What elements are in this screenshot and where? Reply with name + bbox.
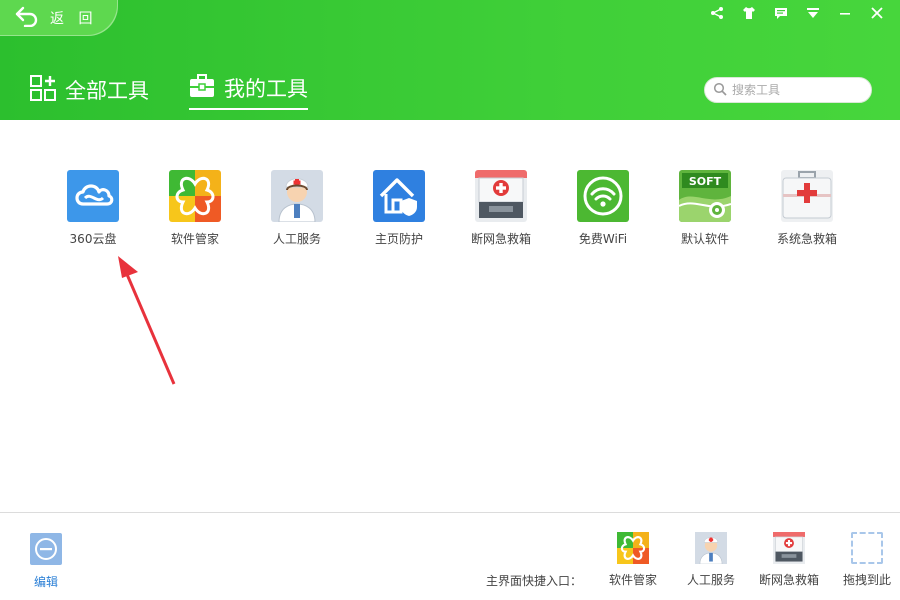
shortcut-bar: 软件管家 人工服务 断网急救箱 拖拽到此: [594, 532, 900, 588]
back-button[interactable]: 返 回: [0, 0, 118, 36]
tool-label: 免费WiFi: [578, 232, 628, 246]
close-icon[interactable]: [868, 4, 886, 22]
window-controls: [708, 4, 886, 22]
grid-icon: [30, 75, 56, 105]
software-manager-icon: [169, 170, 221, 222]
edit-button[interactable]: 编辑: [28, 532, 64, 590]
software-manager-icon: [617, 532, 649, 564]
tool-label: 人工服务: [272, 232, 321, 246]
tab-my-tools[interactable]: 我的工具: [189, 70, 308, 110]
shortcut-label: 拖拽到此: [842, 573, 891, 587]
tool-label: 系统急救箱: [776, 232, 837, 246]
message-icon[interactable]: [772, 4, 790, 22]
cloud-icon: [67, 170, 119, 222]
drop-slot-icon: [851, 532, 883, 564]
shortcut-title: 主界面快捷入口：: [486, 574, 583, 588]
tab-label: 我的工具: [224, 77, 308, 101]
share-icon[interactable]: [708, 4, 726, 22]
tab-all-tools[interactable]: 全部工具: [30, 72, 149, 108]
shortcut-software-manager[interactable]: 软件管家: [594, 532, 672, 588]
minus-circle-icon: [30, 533, 62, 565]
home-shield-icon: [373, 170, 425, 222]
search-box: [704, 77, 872, 103]
shortcut-drop-target[interactable]: 拖拽到此: [828, 532, 900, 588]
tab-bar: 全部工具 我的工具: [30, 72, 308, 110]
tool-label: 断网急救箱: [470, 232, 531, 246]
tool-item-manual-service[interactable]: 人工服务: [246, 170, 348, 247]
tool-label: 主页防护: [374, 232, 423, 246]
shortcut-manual-service[interactable]: 人工服务: [672, 532, 750, 588]
network-firstaid-icon: [773, 532, 805, 564]
back-arrow-icon: [14, 5, 40, 31]
tab-label: 全部工具: [65, 79, 149, 103]
tool-item-cloud[interactable]: 360云盘: [42, 170, 144, 247]
wifi-icon: [577, 170, 629, 222]
tool-item-system-firstaid[interactable]: 系统急救箱: [756, 170, 858, 247]
shortcut-label: 软件管家: [608, 573, 657, 587]
skin-icon[interactable]: [740, 4, 758, 22]
doctor-icon: [695, 532, 727, 564]
annotation-arrow: [118, 256, 176, 385]
tool-label: 软件管家: [170, 232, 219, 246]
minimize-icon[interactable]: [836, 4, 854, 22]
tool-item-homepage-protect[interactable]: 主页防护: [348, 170, 450, 247]
tool-item-network-firstaid[interactable]: 断网急救箱: [450, 170, 552, 247]
shortcut-label: 断网急救箱: [758, 573, 819, 587]
search-input[interactable]: [732, 83, 862, 97]
network-firstaid-icon: [475, 170, 527, 222]
doctor-icon: [271, 170, 323, 222]
search-icon: [713, 81, 727, 100]
edit-label: 编辑: [33, 575, 58, 589]
svg-text:SOFT: SOFT: [689, 175, 722, 188]
tool-item-free-wifi[interactable]: 免费WiFi: [552, 170, 654, 247]
shortcut-label: 人工服务: [686, 573, 735, 587]
tool-item-default-software[interactable]: SOFT 默认软件: [654, 170, 756, 247]
tool-grid: 360云盘 软件管家 人工服务 主页防护 断网急救箱 免费WiFi SOFT 默…: [42, 170, 858, 247]
soft-gear-icon: SOFT: [679, 170, 731, 222]
toolbox-icon: [189, 73, 215, 103]
footer-divider: [0, 512, 900, 513]
menu-icon[interactable]: [804, 4, 822, 22]
back-label: 返 回: [50, 11, 98, 27]
tool-label: 360云盘: [69, 232, 117, 246]
shortcut-network-firstaid[interactable]: 断网急救箱: [750, 532, 828, 588]
tool-label: 默认软件: [680, 232, 729, 246]
tool-item-software-manager[interactable]: 软件管家: [144, 170, 246, 247]
title-bar: 返 回 全部工具 我的工具 搜索工具: [0, 0, 900, 120]
system-firstaid-icon: [781, 170, 833, 222]
